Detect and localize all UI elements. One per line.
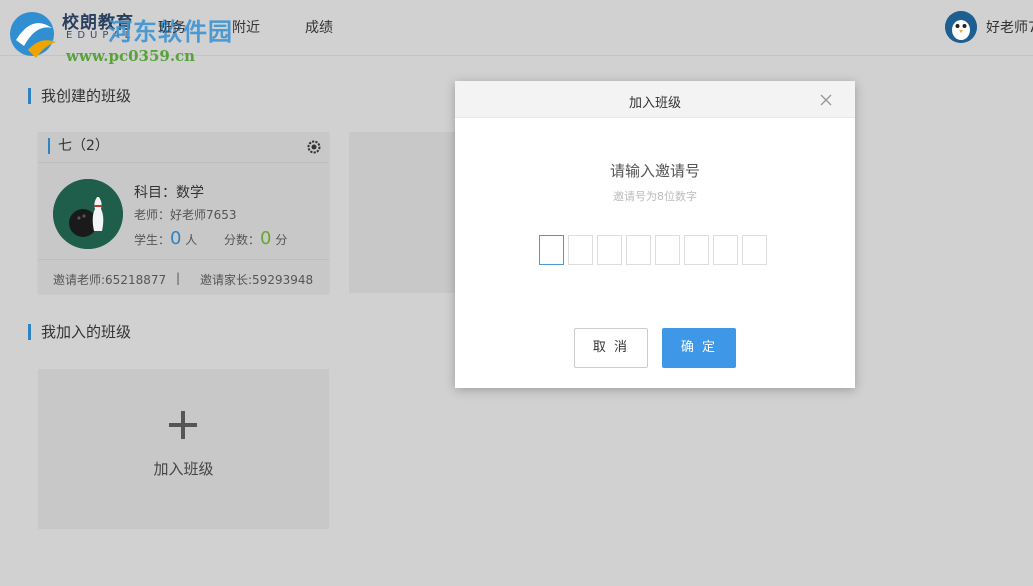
students-unit: 人 bbox=[185, 233, 198, 247]
code-digit-input-2[interactable] bbox=[568, 235, 593, 265]
class-teacher: 老师：好老师7653 bbox=[134, 208, 237, 222]
nav-item-grades[interactable]: 成绩 bbox=[305, 17, 333, 37]
class-card[interactable]: 七（2） 科目：数学 老师：好老师7653 学生：0 人 分数：0 分 邀请老师… bbox=[38, 132, 329, 293]
logo-icon bbox=[10, 12, 56, 58]
penguin-avatar-icon bbox=[945, 11, 977, 43]
user-name[interactable]: 好老师7653 bbox=[986, 17, 1033, 37]
join-class-dialog: 加入班级 请输入邀请号 邀请号为8位数字 取 消 确 定 bbox=[455, 81, 855, 388]
invite-teacher-code: 邀请老师:65218877 bbox=[53, 273, 167, 287]
score-unit: 分 bbox=[275, 233, 288, 247]
join-class-label: 加入班级 bbox=[153, 460, 214, 478]
watermark-url: www.pc0359.cn bbox=[66, 47, 196, 65]
code-digit-input-8[interactable] bbox=[742, 235, 767, 265]
students-label: 学生： bbox=[134, 233, 171, 247]
section-title-joined: 我加入的班级 bbox=[28, 324, 131, 340]
dialog-title: 加入班级 bbox=[628, 96, 681, 111]
class-subject: 科目：数学 bbox=[134, 185, 204, 201]
confirm-button[interactable]: 确 定 bbox=[662, 328, 736, 368]
bowling-icon bbox=[53, 179, 123, 249]
code-digit-input-4[interactable] bbox=[626, 235, 651, 265]
invite-parent-code: 邀请家长:59293948 bbox=[200, 273, 314, 287]
cancel-button[interactable]: 取 消 bbox=[574, 328, 648, 368]
code-digit-input-1[interactable] bbox=[539, 235, 564, 265]
join-class-card[interactable]: 加入班级 bbox=[38, 369, 329, 529]
class-card-footer: 邀请老师:65218877 | 邀请家长:59293948 bbox=[38, 259, 329, 293]
nav-item-class-affairs[interactable]: 班务 bbox=[158, 17, 186, 37]
close-icon[interactable] bbox=[819, 93, 833, 107]
class-name: 七（2） bbox=[48, 138, 109, 154]
code-digit-input-5[interactable] bbox=[655, 235, 680, 265]
code-digit-input-7[interactable] bbox=[713, 235, 738, 265]
score-label: 分数： bbox=[224, 233, 261, 247]
dialog-header: 加入班级 bbox=[455, 81, 855, 118]
code-digit-input-6[interactable] bbox=[684, 235, 709, 265]
score-value: 0 bbox=[260, 228, 272, 249]
top-header: 校朗教育 EDUPAL 河东软件园 www.pc0359.cn 班务 附近 成绩… bbox=[0, 0, 1033, 65]
plus-icon bbox=[169, 411, 197, 439]
invite-code-prompt: 请输入邀请号 bbox=[609, 162, 700, 180]
user-avatar[interactable] bbox=[945, 11, 977, 43]
class-card-header: 七（2） bbox=[38, 132, 329, 163]
class-avatar bbox=[53, 179, 123, 249]
section-title-created: 我创建的班级 bbox=[28, 88, 131, 104]
nav-item-nearby[interactable]: 附近 bbox=[232, 17, 260, 37]
class-stats: 学生：0 人 分数：0 分 bbox=[134, 228, 287, 249]
footer-separator: | bbox=[176, 271, 181, 285]
students-count: 0 bbox=[170, 228, 182, 249]
invite-code-hint: 邀请号为8位数字 bbox=[613, 190, 697, 203]
code-digit-input-3[interactable] bbox=[597, 235, 622, 265]
settings-icon[interactable] bbox=[307, 140, 321, 154]
